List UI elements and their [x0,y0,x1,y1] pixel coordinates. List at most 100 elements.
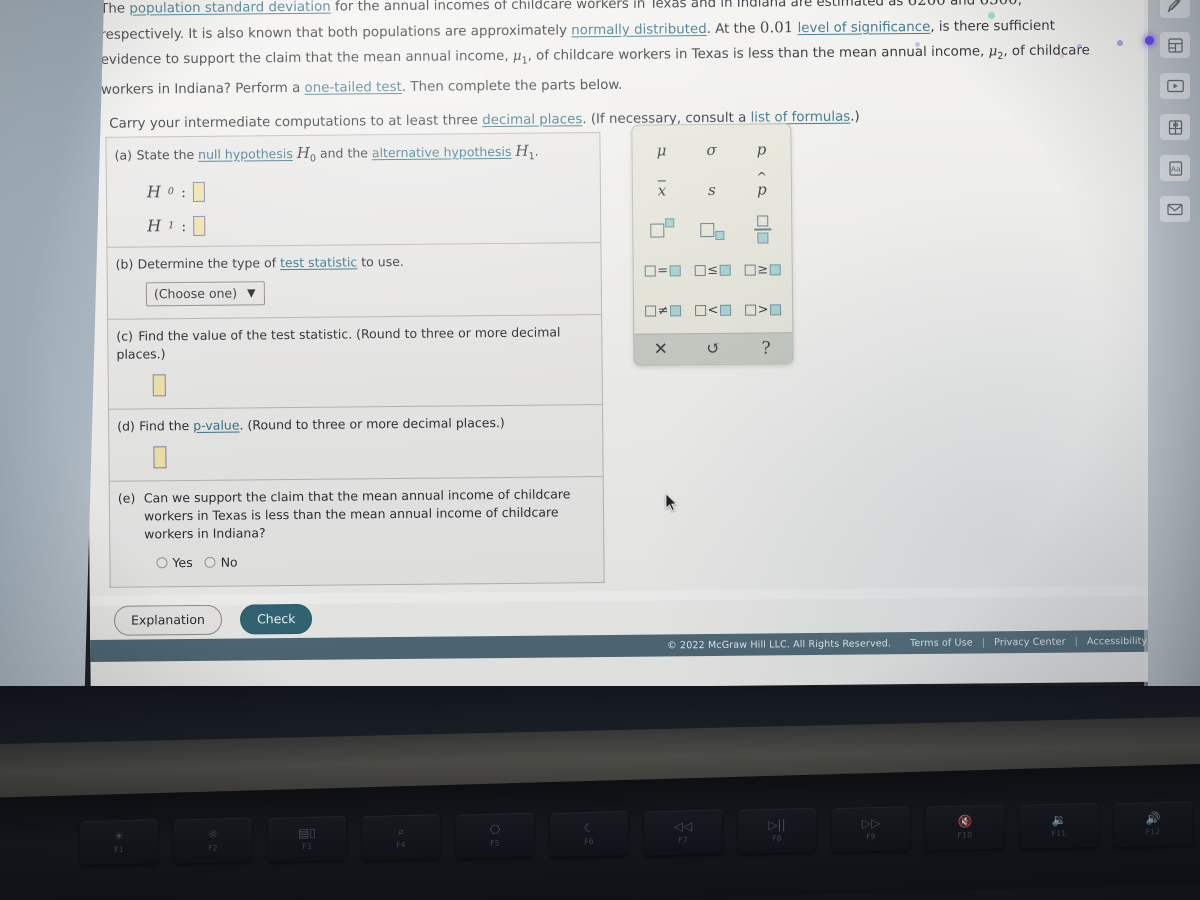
mu-glyph: μ [656,141,667,160]
x-bar-symbol[interactable]: x [637,175,687,205]
radio-yes-label: Yes [172,554,193,570]
equals-template[interactable]: = [638,255,688,285]
h1-answer-input[interactable] [193,215,206,236]
key-f12[interactable]: 🔊 F12 [1114,801,1192,848]
key-f9[interactable]: ▷▷ F9 [832,806,910,853]
key-f3-icon: ▤▯ [298,825,316,841]
rail-icon-play[interactable] [1160,73,1190,99]
not-equal-template[interactable]: ≠ [638,295,688,325]
key-f6[interactable]: ☾ F6 [550,810,628,858]
key-f4[interactable]: ⌕ F4 [362,814,440,861]
key-f12-label: F12 [1145,827,1161,837]
terms-of-use-link[interactable]: Terms of Use [901,637,982,649]
key-f1-icon: ☀ [113,828,125,844]
link-decimal-places[interactable]: decimal places [482,112,582,128]
key-f7[interactable]: ◁◁ F7 [644,809,722,856]
key-f4-label: F4 [396,840,406,850]
check-button[interactable]: Check [239,603,313,635]
key-f4-icon: ⌕ [397,824,405,839]
sigma-symbol[interactable]: σ [686,135,736,165]
part-e-text: Can we support the claim that the mean a… [143,485,571,541]
key-f9-icon: ▷▷ [861,815,881,831]
undo-icon: ↺ [706,338,721,360]
key-f11[interactable]: 🔉 F11 [1020,802,1098,849]
rail-icon-text-size[interactable]: Aa [1160,155,1190,181]
key-f8[interactable]: ▷|| F8 [738,807,816,854]
test-statistic-answer-input[interactable] [152,373,166,396]
key-f12-icon: 🔊 [1145,811,1161,826]
help-button[interactable]: ? [740,333,793,364]
part-d-text-2: . (Round to three or more decimal places… [239,414,505,433]
part-e-section: (e) Can we support the claim that the me… [110,477,604,587]
part-b-label: (b) Determine the type of test statistic … [116,251,591,274]
desk-and-keyboard-photo: ☀ F1 ☼ F2 ▤▯ F3 ⌕ F4 ⎔ F5 ☾ F6 ◁◁ F7 ▷|| F8 ▷▷ F9… [0,686,1200,900]
rail-icon-columns[interactable] [1160,114,1190,140]
math-symbol-palette: μ σ p x s p = [631,123,794,366]
link-test-statistic[interactable]: test statistic [280,254,357,270]
link-p-value[interactable]: p-value [193,417,239,432]
chevron-down-icon: ▼ [246,285,256,299]
part-d-section: (d) Find the p-value. (Round to three or … [109,404,603,482]
link-null-hypothesis[interactable]: null hypothesis [198,146,293,162]
problem-statement: The population standard deviation for th… [100,0,1106,140]
equals-icon: = [644,262,682,279]
rail-icon-annotate[interactable] [1160,0,1190,18]
equals-glyph: = [657,262,669,279]
part-e-label: (e) Can we support the claim that the me… [118,485,593,544]
part-a-text-2: and the [315,145,372,161]
part-a-section: (a) State the null hypothesis H0 and the … [106,133,601,248]
palette-footer: ✕ ↺ ? [634,332,793,365]
part-b-tag: (b) [115,256,134,272]
answer-card: (a) State the null hypothesis H0 and the … [105,132,605,588]
radio-yes[interactable] [156,556,168,568]
part-b-text-1: Determine the type of [137,254,281,271]
privacy-center-link[interactable]: Privacy Center [985,636,1075,648]
less-or-equal-template[interactable]: ≤ [688,255,738,285]
p-value-answer-input[interactable] [153,445,167,468]
key-f10[interactable]: 🔇 F10 [926,804,1004,851]
p-symbol[interactable]: p [736,134,786,164]
key-f2[interactable]: ☼ F2 [174,817,252,864]
photo-of-screen: The population standard deviation for th… [0,0,1200,900]
greater-than-glyph: > [757,301,769,318]
link-level-of-significance[interactable]: level of significance [797,20,930,36]
greater-or-equal-template[interactable]: ≥ [738,254,788,284]
less-than-template[interactable]: < [688,295,738,325]
clear-button[interactable]: ✕ [634,334,687,365]
mouse-cursor [665,492,679,516]
rail-icon-mail[interactable] [1160,196,1190,222]
x-bar-glyph: x [657,181,667,200]
floating-toolbar-rail: Aa [1144,0,1200,690]
link-one-tailed-test[interactable]: one-tailed test [304,80,401,96]
s-symbol[interactable]: s [687,175,737,205]
test-statistic-dropdown[interactable]: (Choose one) ▼ [145,280,265,306]
statement-text-9: . Then complete the parts below. [401,77,623,95]
explanation-button[interactable]: Explanation [113,604,223,636]
key-f5[interactable]: ⎔ F5 [456,812,534,859]
h1-inline-symbol: H [515,141,529,160]
mu-symbol[interactable]: μ [636,135,686,165]
radio-no[interactable] [204,556,216,568]
key-f7-label: F7 [678,835,688,845]
link-alternative-hypothesis[interactable]: alternative hypothesis [372,144,512,160]
link-population-standard-deviation[interactable]: population standard deviation [129,0,331,17]
h1-row: H1 : [147,212,590,236]
undo-button[interactable]: ↺ [687,334,740,365]
link-normally-distributed[interactable]: normally distributed [571,22,707,38]
not-equal-glyph: ≠ [657,302,669,319]
greater-than-template[interactable]: > [738,294,788,324]
h0-answer-input[interactable] [192,181,206,202]
superscript-template[interactable] [637,215,687,245]
subscript-template[interactable] [687,215,737,245]
key-f2-label: F2 [208,843,218,853]
key-f5-icon: ⎔ [489,822,501,837]
rail-icon-grid[interactable] [1160,32,1190,58]
key-f1[interactable]: ☀ F1 [80,819,158,866]
key-f3-label: F3 [302,841,312,852]
p-hat-symbol[interactable]: p [737,174,787,204]
close-icon: ✕ [653,339,669,360]
fraction-template[interactable] [737,214,787,244]
part-c-section: (c) Find the value of the test statistic.… [108,314,602,410]
monitor-bezel-left [0,0,104,690]
key-f3[interactable]: ▤▯ F3 [268,815,346,862]
